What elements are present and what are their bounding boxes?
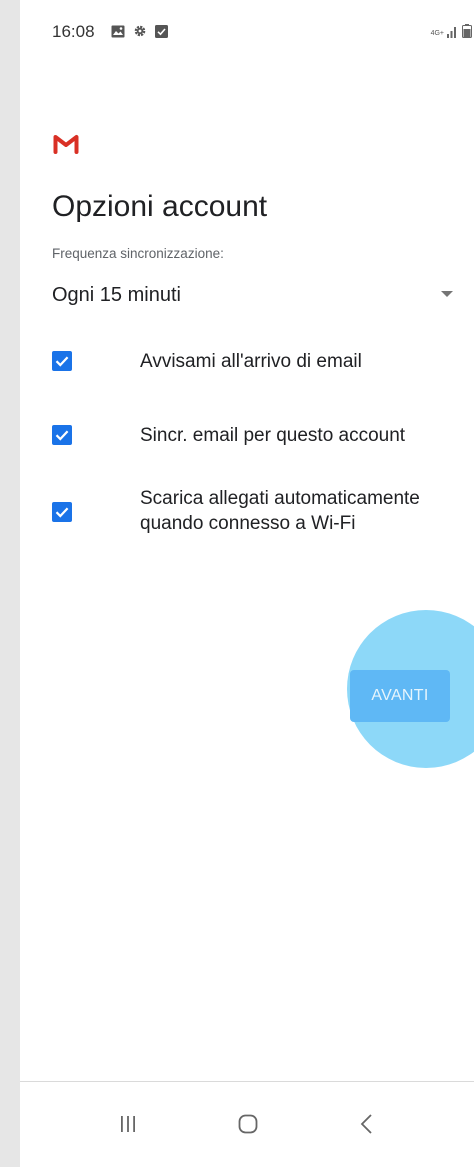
option-download-attachments[interactable]: Scarica allegati automaticamente quando … <box>52 486 462 546</box>
back-button[interactable] <box>337 1102 397 1146</box>
checkbox-download-attachments[interactable] <box>52 502 72 522</box>
checkmark-icon <box>55 356 69 367</box>
checkbox-sync-email[interactable] <box>52 425 72 445</box>
recent-apps-button[interactable] <box>98 1102 158 1146</box>
back-icon <box>360 1114 372 1134</box>
option-label-line: Scarica allegati automaticamente <box>140 488 420 509</box>
signal-icon <box>447 25 459 43</box>
image-icon <box>111 25 125 43</box>
checkmark-icon <box>55 430 69 441</box>
battery-icon <box>462 24 472 43</box>
recent-apps-icon <box>121 1116 135 1132</box>
checkmark-icon <box>55 507 69 518</box>
option-label: Scarica allegati automaticamente quando … <box>140 486 420 536</box>
home-button[interactable] <box>218 1102 278 1146</box>
sync-frequency-value: Ogni 15 minuti <box>52 284 181 306</box>
page-title: Opzioni account <box>52 190 268 223</box>
option-label: Avvisami all'arrivo di email <box>140 349 362 374</box>
screen: 16:08 4G+ Opzioni account Frequenza sinc… <box>20 0 474 1167</box>
dropdown-arrow-icon <box>441 291 453 297</box>
checkbox-notify-email[interactable] <box>52 351 72 371</box>
checkbox-notification-icon <box>155 24 168 43</box>
option-notify-email[interactable]: Avvisami all'arrivo di email <box>52 347 462 377</box>
sync-frequency-label: Frequenza sincronizzazione: <box>52 246 224 261</box>
gear-icon <box>133 24 147 43</box>
option-label-line: quando connesso a Wi-Fi <box>140 513 356 534</box>
option-label-line: Sincr. email per questo account <box>140 425 406 446</box>
home-icon <box>238 1114 258 1134</box>
status-icons-left <box>111 24 168 43</box>
network-type-label: 4G+ <box>430 30 444 37</box>
next-button[interactable]: AVANTI <box>350 670 450 722</box>
option-label-line: Avvisami all'arrivo di email <box>140 351 362 372</box>
option-sync-email[interactable]: Sincr. email per questo account <box>52 421 462 451</box>
option-label: Sincr. email per questo account <box>140 423 405 448</box>
status-bar: 16:08 4G+ <box>20 0 474 70</box>
navigation-bar <box>20 1082 474 1167</box>
status-time: 16:08 <box>52 22 95 41</box>
status-icons-right: 4G+ <box>431 24 472 43</box>
sync-frequency-dropdown[interactable]: Ogni 15 minuti <box>52 275 458 315</box>
gmail-logo-icon <box>53 134 79 159</box>
